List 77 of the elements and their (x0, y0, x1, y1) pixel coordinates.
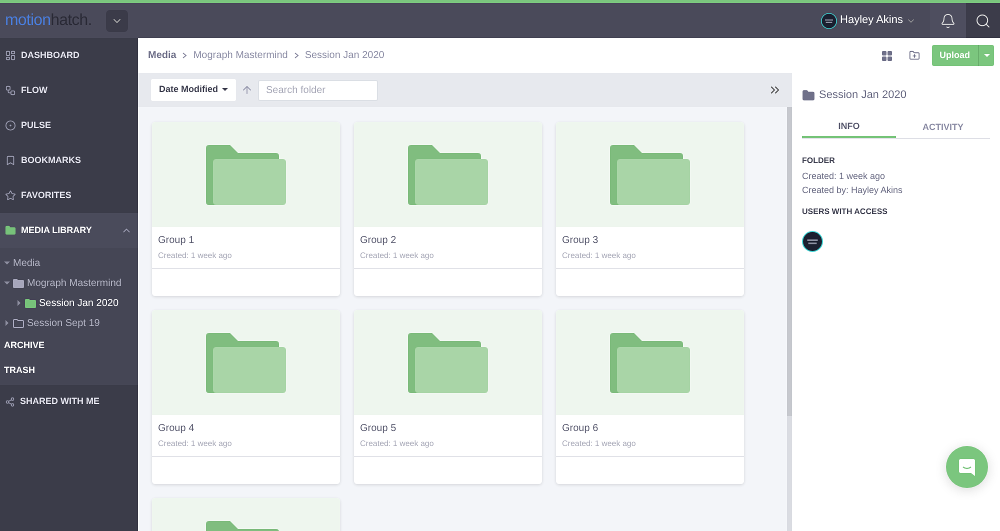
folder-icon (408, 332, 488, 392)
grid-view-icon[interactable] (880, 50, 892, 62)
sidebar-item[interactable]: MEDIA LIBRARY (0, 213, 138, 248)
folder-meta: Created: 1 week ago (158, 250, 233, 262)
star-icon (5, 190, 16, 201)
sidebar-item[interactable]: FLOW (0, 73, 138, 108)
folder-title: Group 2 (360, 234, 398, 248)
chat-button[interactable] (946, 446, 988, 488)
sidebar-item[interactable]: SHARED WITH ME (0, 385, 138, 419)
sidebar-item[interactable]: TRASH (0, 358, 138, 383)
sidebar-item[interactable]: ARCHIVE (0, 333, 138, 358)
breadcrumb-link[interactable]: Media (148, 48, 176, 63)
folder-icon (5, 225, 16, 236)
folder-card[interactable]: Group 4 Created: 1 week ago (152, 310, 340, 484)
share-icon (5, 397, 15, 407)
tree-item[interactable]: Session Jan 2020 (39, 296, 119, 310)
search-icon (975, 12, 991, 28)
caret-down-icon (222, 88, 228, 92)
tree-item[interactable]: Mograph Mastermind (27, 276, 122, 290)
search-field[interactable]: Search folder (258, 80, 378, 100)
folder-icon (13, 278, 24, 288)
chevron-right-icon (294, 52, 299, 59)
pulse-icon (5, 120, 16, 131)
caret-down-icon (984, 54, 990, 58)
folder-icon (206, 144, 286, 204)
flow-icon (5, 85, 16, 96)
sidebar-item[interactable]: BOOKMARKS (0, 143, 138, 178)
caret-down-icon[interactable] (4, 260, 10, 266)
folder-meta: Created: 1 week ago (360, 438, 435, 450)
folder-icon (802, 88, 815, 102)
sidebar-item[interactable]: FAVORITES (0, 178, 138, 213)
section-heading: FOLDER (802, 154, 836, 166)
notifications-button[interactable] (930, 3, 966, 38)
caret-right-icon[interactable] (4, 320, 10, 326)
folder-title: Group 3 (562, 234, 600, 248)
folder-meta: Created: 1 week ago (158, 438, 233, 450)
sort-dropdown[interactable]: Date Modified (151, 79, 236, 101)
folder-card[interactable]: Group 5 Created: 1 week ago (354, 310, 542, 484)
chevron-right-icon (182, 52, 188, 59)
folder-meta: Created: 1 week ago (562, 438, 637, 450)
folder-title: Group 1 (158, 234, 196, 248)
tree-item[interactable]: Media (13, 256, 40, 270)
folder-card[interactable]: Group 2 Created: 1 week ago (354, 122, 542, 296)
folder-icon (13, 318, 24, 328)
panel-tab[interactable]: INFO (802, 118, 896, 138)
avatar-icon (821, 12, 838, 28)
new-folder-icon[interactable] (908, 50, 920, 61)
sidebar-item[interactable]: PULSE (0, 108, 138, 143)
folder-icon (408, 144, 488, 204)
dashboard-icon (5, 50, 16, 61)
sidebar-item[interactable]: DASHBOARD (0, 38, 138, 73)
folder-meta: Created: 1 week ago (360, 250, 435, 262)
folder-icon (610, 144, 690, 204)
dropdown-button[interactable] (106, 10, 128, 32)
folder-meta: Created: 1 week ago (562, 250, 637, 262)
created-text: Created: 1 week ago (802, 170, 886, 183)
chat-icon (959, 458, 975, 476)
folder-icon (206, 332, 286, 392)
section-heading: USERS WITH ACCESS (802, 206, 888, 218)
folder-icon (610, 332, 690, 392)
caret-down-icon[interactable] (4, 280, 10, 286)
folder-card[interactable]: Group 6 Created: 1 week ago (556, 310, 744, 484)
folder-card[interactable]: Group 3 Created: 1 week ago (556, 122, 744, 296)
tree-item[interactable]: Session Sept 19 (27, 316, 100, 330)
folder-title: Group 4 (158, 422, 196, 436)
search-button[interactable] (966, 3, 1000, 38)
created-by-text: Created by: Hayley Akins (802, 184, 904, 197)
bookmark-icon (5, 155, 16, 166)
panel-title: Session Jan 2020 (819, 88, 906, 103)
folder-card[interactable]: Group 1 Created: 1 week ago (152, 122, 340, 296)
folder-title: Group 6 (562, 422, 600, 436)
folder-title: Group 5 (360, 422, 398, 436)
caret-right-icon[interactable] (16, 300, 22, 306)
bell-icon (940, 12, 956, 28)
avatar-icon (802, 230, 823, 252)
user-name[interactable]: Hayley Akins (840, 12, 903, 29)
sort-direction-icon[interactable] (241, 84, 254, 96)
